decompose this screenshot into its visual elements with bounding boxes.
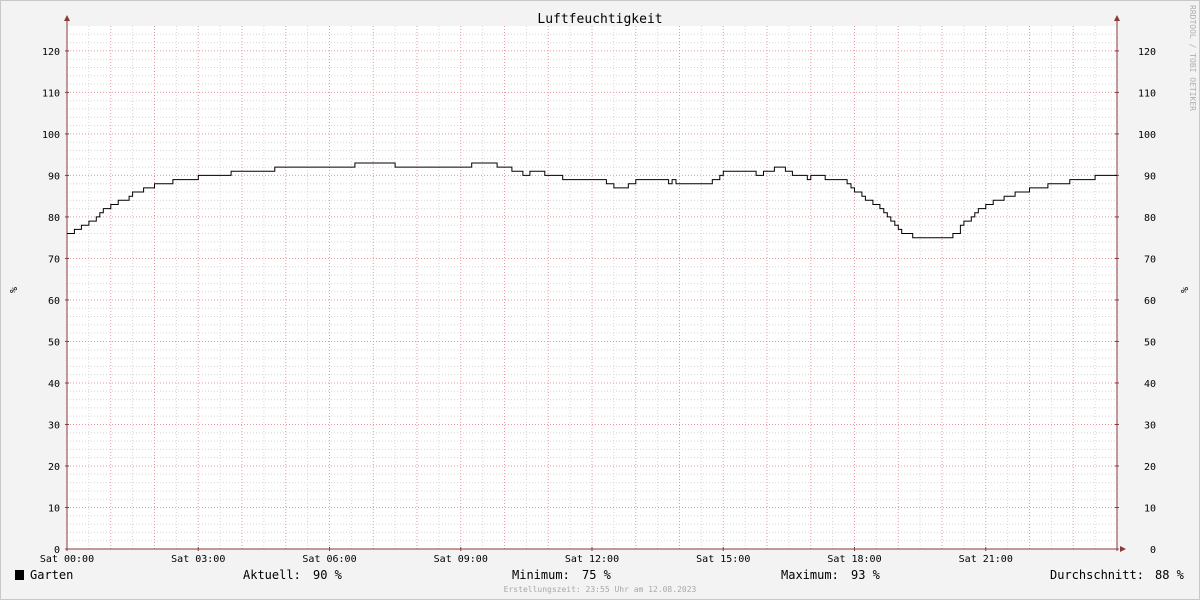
y-tick-label-right: 40 xyxy=(1144,379,1156,390)
x-tick-label: Sat 21:00 xyxy=(959,554,1013,565)
x-tick-label: Sat 03:00 xyxy=(171,554,225,565)
footer-timestamp: Erstellungszeit: 23:55 Uhr am 12.08.2023 xyxy=(504,585,697,594)
y-tick-label-right: 10 xyxy=(1144,503,1156,514)
rrdtool-watermark: RRDTOOL / TOBI OETIKER xyxy=(1188,5,1197,111)
legend: Garten Aktuell: 90 % Minimum: 75 % Maxim… xyxy=(15,568,1185,582)
y-tick-label-left: 20 xyxy=(48,462,60,473)
y-tick-label-left: 40 xyxy=(48,379,60,390)
chart-title: Luftfeuchtigkeit xyxy=(537,12,662,27)
legend-maximum-value: 93 % xyxy=(851,568,881,582)
y-tick-label-left: 110 xyxy=(42,88,60,99)
legend-aktuell-value: 90 % xyxy=(313,568,343,582)
y-axis-label-left: % xyxy=(7,287,18,293)
y-tick-label-right: 90 xyxy=(1144,171,1156,182)
y-tick-label-left: 30 xyxy=(48,420,60,431)
y-tick-label-left: 70 xyxy=(48,254,60,265)
y-tick-label-left: 100 xyxy=(42,130,60,141)
y-tick-label-right: 60 xyxy=(1144,296,1156,307)
x-tick-label: Sat 09:00 xyxy=(434,554,488,565)
y-tick-label-right: 30 xyxy=(1144,420,1156,431)
legend-minimum-value: 75 % xyxy=(582,568,612,582)
y-tick-label-left: 90 xyxy=(48,171,60,182)
legend-durchschnitt-value: 88 % xyxy=(1155,568,1185,582)
y-tick-label-left: 60 xyxy=(48,296,60,307)
chart-svg: 0 010 1020 2030 3040 4050 5060 6070 7080 8090 9010… xyxy=(7,5,1197,594)
x-tick-label: Sat 15:00 xyxy=(696,554,750,565)
x-tick-label: Sat 18:00 xyxy=(827,554,881,565)
y-axis-left-arrow xyxy=(64,15,70,21)
y-tick-label-right: 80 xyxy=(1144,213,1156,224)
y-tick-label-right: 120 xyxy=(1138,47,1156,58)
legend-durchschnitt-label: Durchschnitt: xyxy=(1050,568,1144,582)
y-tick-label-left: 50 xyxy=(48,337,60,348)
y-tick-label-left: 10 xyxy=(48,503,60,514)
x-tick-label: Sat 06:00 xyxy=(302,554,356,565)
legend-maximum-label: Maximum: xyxy=(781,568,839,582)
x-tick-label: Sat 00:00 xyxy=(40,554,94,565)
y-tick-label-left: 80 xyxy=(48,213,60,224)
legend-swatch xyxy=(15,570,24,580)
y-tick-label-left: 120 xyxy=(42,47,60,58)
legend-aktuell-label: Aktuell: xyxy=(243,568,301,582)
y-axis-right-arrow xyxy=(1114,15,1120,21)
x-axis-arrow xyxy=(1120,546,1126,552)
legend-series-name: Garten xyxy=(30,568,73,582)
y-tick-label-right: 0 xyxy=(1150,545,1156,556)
y-tick-label-right: 50 xyxy=(1144,337,1156,348)
y-tick-label-right: 110 xyxy=(1138,88,1156,99)
y-axis-label-right: % xyxy=(1178,287,1189,293)
y-tick-label-right: 20 xyxy=(1144,462,1156,473)
x-tick-label: Sat 12:00 xyxy=(565,554,619,565)
legend-minimum-label: Minimum: xyxy=(512,568,570,582)
y-tick-label-right: 100 xyxy=(1138,130,1156,141)
y-tick-label-right: 70 xyxy=(1144,254,1156,265)
